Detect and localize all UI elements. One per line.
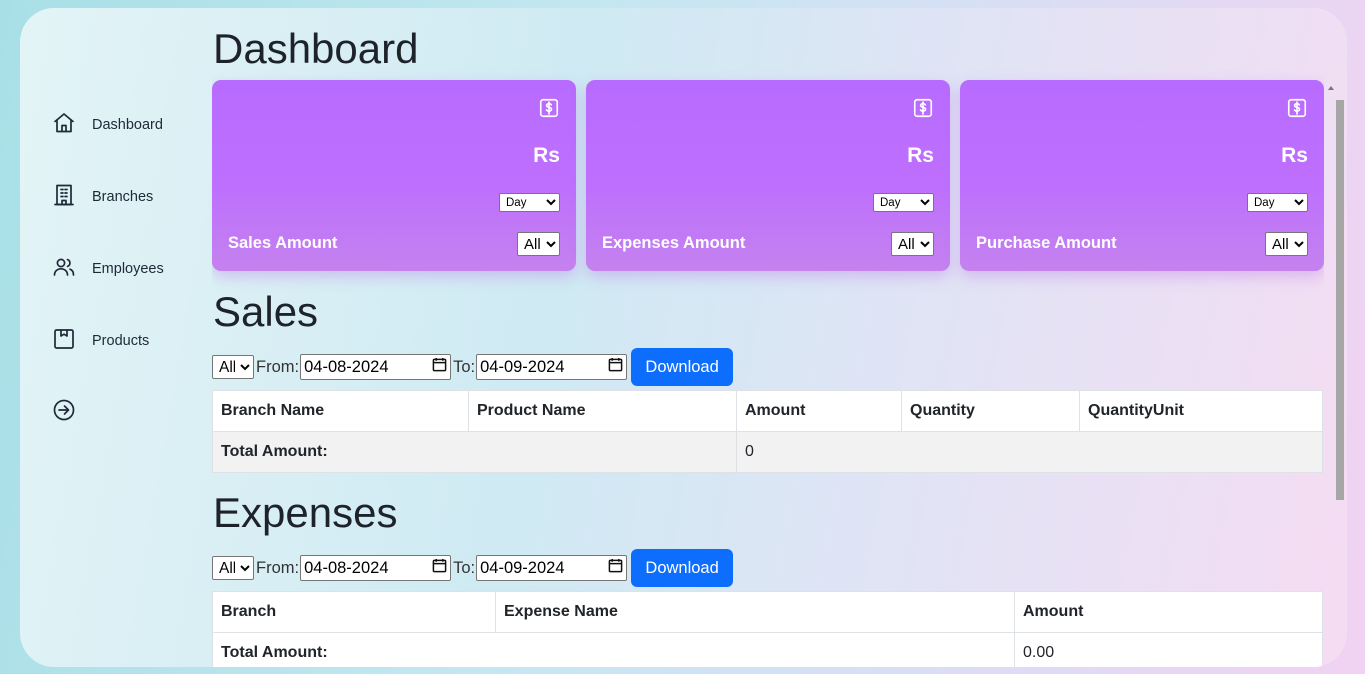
sidebar-item-employees[interactable]: Employees [52,254,164,284]
home-icon [52,111,76,140]
building-icon [52,183,76,212]
column-header: Branch [212,591,496,633]
logout-icon [52,398,76,427]
expenses-branch-filter[interactable]: All [212,556,254,580]
branch-select[interactable]: All [891,232,934,256]
date-value: 04-09-2024 [480,357,565,376]
sidebar-item-label: Dashboard [92,117,163,133]
app-frame: Dashboard Branches Employees Products Da… [20,8,1347,667]
total-label: Total Amount: [212,632,1015,667]
expenses-amount-card: Rs Day Expenses Amount All [586,80,950,271]
expenses-filters: All From: 04-08-2024 To: 04-09-2024 Down… [212,549,734,587]
total-row: Total Amount: 0 [212,431,1323,473]
calendar-icon[interactable] [432,558,447,578]
sidebar-item-dashboard[interactable]: Dashboard [52,110,163,140]
to-label: To: [453,357,476,376]
sales-to-date-input[interactable]: 04-09-2024 [476,354,628,380]
column-header: QuantityUnit [1079,390,1323,432]
expenses-download-button[interactable]: Download [631,549,734,587]
expenses-table: Branch Expense Name Amount Total Amount:… [212,591,1323,667]
to-label: To: [453,558,476,577]
column-header: Expense Name [495,591,1015,633]
card-title: Expenses Amount [602,234,746,252]
sidebar: Dashboard Branches Employees Products [20,8,210,667]
currency-label: Rs [1281,144,1308,167]
dollar-icon [912,97,934,119]
sidebar-item-label: Products [92,333,150,349]
currency-label: Rs [533,144,560,167]
expenses-heading: Expenses [213,489,398,536]
date-value: 04-08-2024 [304,558,389,577]
table-header-row: Branch Expense Name Amount [212,591,1323,633]
sales-branch-filter[interactable]: All [212,355,254,379]
page-title: Dashboard [213,25,419,72]
users-icon [52,255,76,284]
expenses-to-date-input[interactable]: 04-09-2024 [476,555,628,581]
branch-select[interactable]: All [517,232,560,256]
scroll-up-arrow-icon[interactable] [1328,86,1334,90]
total-row: Total Amount: 0.00 [212,632,1323,667]
dollar-icon [538,97,560,119]
expenses-from-date-input[interactable]: 04-08-2024 [300,555,452,581]
sales-filters: All From: 04-08-2024 To: 04-09-2024 Down… [212,348,734,386]
sidebar-item-branches[interactable]: Branches [52,182,153,212]
sales-amount-card: Rs Day Sales Amount All [212,80,576,271]
sidebar-item-label: Branches [92,189,154,205]
date-value: 04-08-2024 [304,357,389,376]
sidebar-item-logout[interactable] [52,397,76,427]
card-title: Sales Amount [228,234,338,252]
from-label: From: [256,357,300,376]
currency-label: Rs [907,144,934,167]
calendar-icon[interactable] [608,558,623,578]
sidebar-item-label: Employees [92,261,164,277]
dollar-icon [1286,97,1308,119]
sidebar-item-products[interactable]: Products [52,326,149,356]
calendar-icon[interactable] [432,357,447,377]
sales-heading: Sales [213,288,319,335]
column-header: Branch Name [212,390,469,432]
period-select[interactable]: Day [1247,193,1308,212]
column-header: Amount [736,390,902,432]
total-label: Total Amount: [212,431,737,473]
branch-select[interactable]: All [1265,232,1308,256]
column-header: Product Name [468,390,737,432]
sales-from-date-input[interactable]: 04-08-2024 [300,354,452,380]
period-select[interactable]: Day [873,193,934,212]
from-label: From: [256,558,300,577]
total-value: 0.00 [1014,632,1323,667]
scrollbar-thumb[interactable] [1336,100,1344,500]
sales-download-button[interactable]: Download [631,348,734,386]
purchase-amount-card: Rs Day Purchase Amount All [960,80,1324,271]
table-header-row: Branch Name Product Name Amount Quantity… [212,390,1323,432]
column-header: Amount [1014,591,1323,633]
card-title: Purchase Amount [976,234,1117,252]
sales-table: Branch Name Product Name Amount Quantity… [212,390,1323,473]
total-value: 0 [736,431,1323,473]
main-content: Dashboard Rs Day Sales Amount All Rs Day… [212,8,1324,667]
period-select[interactable]: Day [499,193,560,212]
column-header: Quantity [901,390,1080,432]
date-value: 04-09-2024 [480,558,565,577]
calendar-icon[interactable] [608,357,623,377]
box-icon [52,327,76,356]
